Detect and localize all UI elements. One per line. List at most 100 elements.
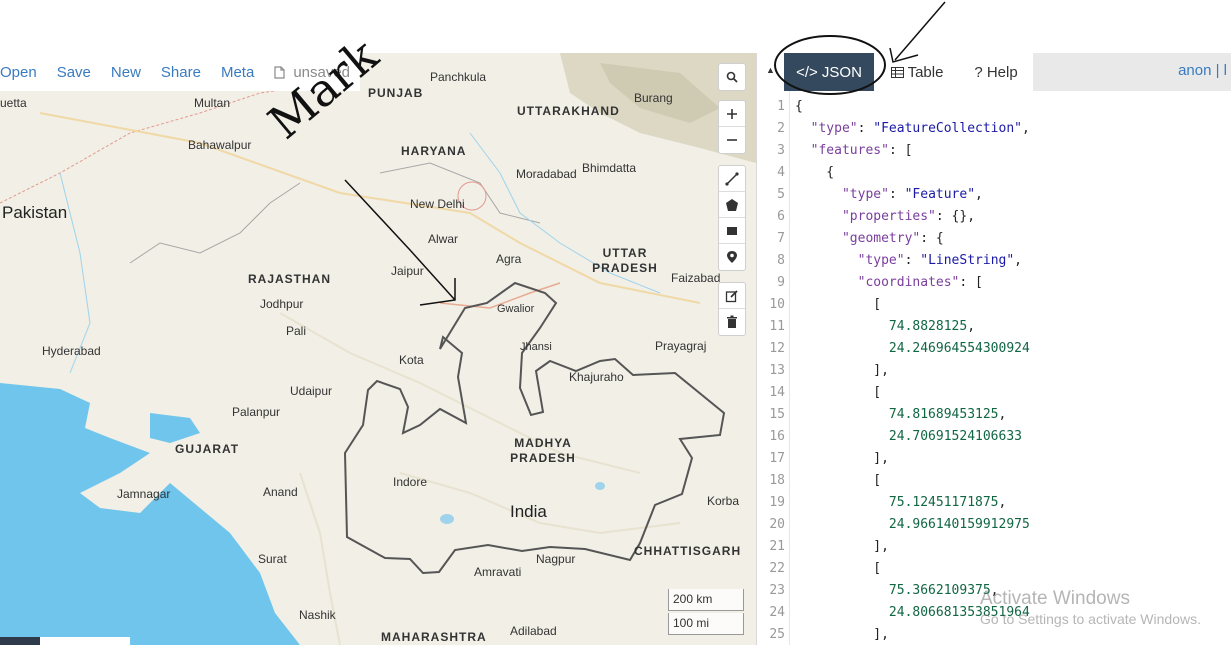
line-number: 21 — [769, 539, 785, 554]
code-line[interactable]: 5 "type": "Feature", — [757, 184, 1231, 206]
map-label-state: UTTAR PRADESH — [592, 246, 658, 275]
code-text: { — [795, 165, 835, 180]
user-link[interactable]: anon | l — [1178, 62, 1227, 79]
code-line[interactable]: 8 "type": "LineString", — [757, 250, 1231, 272]
tab-help[interactable]: ? Help — [970, 53, 1022, 91]
draw-rectangle-icon[interactable] — [719, 218, 745, 244]
line-number: 15 — [769, 407, 785, 422]
code-text: ], — [795, 363, 889, 378]
code-line[interactable]: 7 "geometry": { — [757, 228, 1231, 250]
tab-json[interactable]: </> JSON — [784, 53, 874, 91]
line-number: 14 — [769, 385, 785, 400]
code-text: 74.81689453125, — [888, 407, 1007, 422]
code-line[interactable]: 18 [ — [757, 470, 1231, 492]
top-blank-area — [0, 0, 1231, 53]
line-number: 23 — [769, 583, 785, 598]
map-label-country: Pakistan — [2, 203, 68, 222]
code-line[interactable]: 12 24.246964554300924 — [757, 338, 1231, 360]
code-line[interactable]: 4 { — [757, 162, 1231, 184]
code-text: ], — [795, 627, 889, 642]
map-canvas[interactable]: Panchkula Burang Multan uetta Bahawalpur… — [0, 53, 756, 645]
map-label-city: Indore — [393, 475, 428, 489]
map-label-city: New Delhi — [410, 197, 465, 211]
map-label-city: Jodhpur — [260, 297, 304, 311]
line-number: 20 — [769, 517, 785, 532]
zoom-control — [718, 100, 746, 154]
save-button[interactable]: Save — [57, 64, 91, 81]
code-text: "type": "Feature", — [841, 187, 983, 202]
map-label-city: Anand — [263, 485, 298, 499]
code-line[interactable]: 16 24.70691524106633 — [757, 426, 1231, 448]
delete-icon[interactable] — [719, 309, 745, 335]
code-line[interactable]: 21 ], — [757, 536, 1231, 558]
code-text: ], — [795, 539, 889, 554]
map-label-city: Kota — [399, 353, 424, 367]
zoom-in-button[interactable] — [719, 101, 745, 127]
map-label-country: India — [510, 502, 547, 521]
map-label-city: Burang — [634, 91, 673, 105]
line-number: 6 — [777, 209, 785, 224]
code-line[interactable]: 6 "properties": {}, — [757, 206, 1231, 228]
map-label-city: Surat — [258, 552, 287, 566]
activate-windows-title: Activate Windows — [980, 588, 1130, 609]
code-line[interactable]: 1{ — [757, 96, 1231, 118]
code-text: [ — [795, 561, 882, 576]
line-number: 5 — [777, 187, 785, 202]
map-label-city: Jaipur — [391, 264, 424, 278]
code-text: 24.966140159912975 — [888, 517, 1030, 532]
zoom-out-button[interactable] — [719, 127, 745, 153]
map-label-city: Multan — [194, 96, 231, 110]
draw-toolbar — [718, 165, 746, 271]
code-line[interactable]: 10 [ — [757, 294, 1231, 316]
code-text: { — [795, 99, 803, 114]
map-layer-switch[interactable] — [0, 637, 130, 645]
meta-button[interactable]: Meta — [221, 64, 254, 81]
map-label-city: Alwar — [428, 232, 459, 246]
code-text: "properties": {}, — [841, 209, 976, 224]
code-line[interactable]: 15 74.81689453125, — [757, 404, 1231, 426]
code-text: [ — [795, 297, 882, 312]
code-text: "geometry": { — [841, 231, 944, 246]
code-line[interactable]: 17 ], — [757, 448, 1231, 470]
draw-polygon-icon[interactable] — [719, 192, 745, 218]
line-number: 9 — [777, 275, 785, 290]
map-label-state: HARYANA — [401, 144, 467, 158]
code-text: 24.70691524106633 — [888, 429, 1022, 444]
new-button[interactable]: New — [111, 64, 141, 81]
search-icon[interactable] — [719, 64, 745, 90]
code-text: 75.3662109375, — [888, 583, 999, 598]
share-button[interactable]: Share — [161, 64, 201, 81]
code-line[interactable]: 19 75.12451171875, — [757, 492, 1231, 514]
code-line[interactable]: 25 ], — [757, 624, 1231, 645]
line-number: 16 — [769, 429, 785, 444]
line-number: 4 — [777, 165, 785, 180]
scale-km: 200 km — [668, 589, 744, 611]
line-number: 12 — [769, 341, 785, 356]
line-number: 11 — [769, 319, 785, 334]
code-line[interactable]: 11 74.8828125, — [757, 316, 1231, 338]
code-line[interactable]: 22 [ — [757, 558, 1231, 580]
draw-line-icon[interactable] — [719, 166, 745, 192]
code-line[interactable]: 3 "features": [ — [757, 140, 1231, 162]
line-number: 25 — [769, 627, 785, 642]
tab-table[interactable]: Table — [886, 53, 948, 91]
line-number: 7 — [777, 231, 785, 246]
code-line[interactable]: 14 [ — [757, 382, 1231, 404]
map-label-city: Palanpur — [232, 405, 281, 419]
draw-marker-icon[interactable] — [719, 244, 745, 270]
edit-icon[interactable] — [719, 283, 745, 309]
map-label-city: Prayagraj — [655, 339, 707, 353]
map-search-control[interactable] — [718, 63, 746, 91]
code-line[interactable]: 20 24.966140159912975 — [757, 514, 1231, 536]
activate-windows-subtitle: Go to Settings to activate Windows. — [980, 611, 1201, 627]
document-icon — [274, 65, 285, 79]
tab-table-label: Table — [907, 63, 944, 81]
code-line[interactable]: 13 ], — [757, 360, 1231, 382]
open-button[interactable]: Open — [0, 64, 37, 81]
json-editor[interactable]: 1{2 "type": "FeatureCollection", 3 "featu… — [757, 91, 1231, 645]
code-line[interactable]: 9 "coordinates": [ — [757, 272, 1231, 294]
collapse-icon[interactable]: ▲ — [766, 65, 775, 75]
code-line[interactable]: 2 "type": "FeatureCollection", — [757, 118, 1231, 140]
scale-mi: 100 mi — [668, 613, 744, 635]
map-label-city: Adilabad — [510, 624, 557, 638]
